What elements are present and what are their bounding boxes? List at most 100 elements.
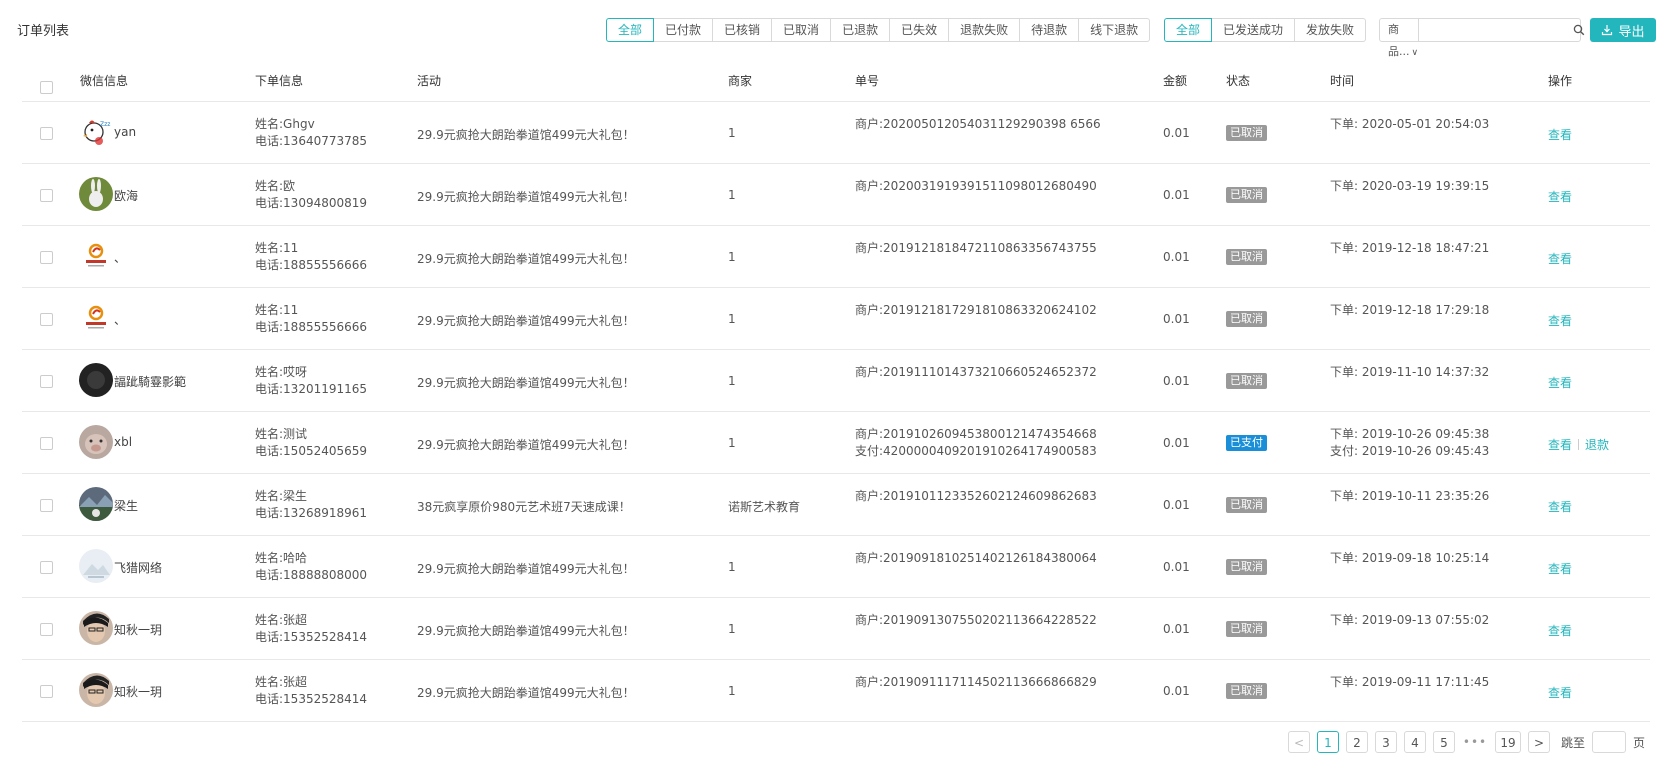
row-actions: 查看: [1548, 312, 1572, 329]
prev-page-button[interactable]: <: [1288, 731, 1310, 753]
order-info: 姓名:欧 电话:13094800819: [255, 178, 367, 212]
status-filters-btn-3[interactable]: 已取消: [772, 18, 832, 42]
view-link[interactable]: 查看: [1548, 188, 1572, 205]
order-amount: 0.01: [1163, 374, 1190, 388]
row-actions: 查看: [1548, 188, 1572, 205]
status-filters-btn-0[interactable]: 全部: [606, 18, 655, 42]
export-button[interactable]: 导出: [1590, 18, 1656, 42]
merchant-name: 1: [728, 312, 736, 326]
status-filters-btn-5[interactable]: 已失效: [890, 18, 950, 42]
row-checkbox[interactable]: [40, 623, 53, 636]
wechat-nickname: 飞猎网络: [114, 561, 163, 575]
status-filters-btn-6[interactable]: 退款失败: [949, 18, 1021, 42]
customer-name: 姓名:哈哈: [255, 551, 308, 565]
wechat-nickname: xbl: [114, 435, 133, 449]
order-time: 下单: 2019-12-18 17:29:18: [1330, 302, 1489, 319]
table-row: 、 姓名:11 电话:18855556666 29.9元疯抢大朗跆拳道馆499元大礼包…: [22, 288, 1650, 350]
table-header: 微信信息 下单信息 活动 商家 单号 金额 状态 时间 操作: [22, 56, 1650, 102]
row-checkbox[interactable]: [40, 189, 53, 202]
customer-name: 姓名:11: [255, 241, 299, 255]
search-icon[interactable]: [1573, 19, 1585, 41]
row-checkbox[interactable]: [40, 561, 53, 574]
order-amount: 0.01: [1163, 250, 1190, 264]
status-filters-btn-4[interactable]: 已退款: [831, 18, 891, 42]
row-checkbox[interactable]: [40, 437, 53, 450]
row-checkbox[interactable]: [40, 313, 53, 326]
row-checkbox[interactable]: [40, 375, 53, 388]
send-filters-btn-0[interactable]: 全部: [1164, 18, 1213, 42]
merchant-name: 1: [728, 188, 736, 202]
page-3-button[interactable]: 3: [1375, 731, 1397, 753]
order-placed-time: 下单: 2019-10-11 23:35:26: [1330, 489, 1490, 503]
row-checkbox[interactable]: [40, 499, 53, 512]
order-time: 下单: 2019-10-11 23:35:26: [1330, 488, 1489, 505]
customer-phone: 电话:13640773785: [255, 134, 368, 148]
page-2-button[interactable]: 2: [1346, 731, 1368, 753]
view-link[interactable]: 查看: [1548, 684, 1572, 701]
table-row: 、 姓名:11 电话:18855556666 29.9元疯抢大朗跆拳道馆499元大礼包…: [22, 226, 1650, 288]
view-link[interactable]: 查看: [1548, 498, 1572, 515]
customer-phone: 电话:15052405659: [255, 444, 368, 458]
search-input[interactable]: [1419, 19, 1574, 41]
merchant-order-no: 商户:2019121817291810863320624102: [855, 303, 1097, 317]
col-wechat-info: 微信信息: [80, 74, 129, 88]
view-link[interactable]: 查看: [1548, 622, 1572, 639]
row-checkbox[interactable]: [40, 685, 53, 698]
status-filters-btn-7[interactable]: 待退款: [1020, 18, 1080, 42]
activity-name: 38元疯享原价980元艺术班7天速成课！: [417, 500, 631, 514]
send-filters-btn-2[interactable]: 发放失败: [1295, 18, 1367, 42]
order-number: 商户:2019121818472110863356743755: [855, 240, 1097, 257]
order-time: 下单: 2019-11-10 14:37:32: [1330, 364, 1489, 381]
avatar: Zzz: [79, 115, 113, 149]
jump-to-page-input[interactable]: [1592, 731, 1627, 753]
customer-name: 姓名:梁生: [255, 489, 308, 503]
status-filters-btn-2[interactable]: 已核销: [713, 18, 773, 42]
avatar: [79, 673, 113, 707]
view-link[interactable]: 查看: [1548, 250, 1572, 267]
order-info: 姓名:张超 电话:15352528414: [255, 612, 367, 646]
view-link[interactable]: 查看: [1548, 126, 1572, 143]
merchant-order-no: 商户:2019091117114502113666866829: [855, 675, 1097, 689]
order-placed-time: 下单: 2019-09-11 17:11:45: [1330, 675, 1490, 689]
status-filters-btn-8[interactable]: 线下退款: [1079, 18, 1151, 42]
view-link[interactable]: 查看: [1548, 560, 1572, 577]
pagination-ellipsis: •••: [1462, 735, 1488, 749]
status-filter-group: 全部 已付款 已核销 已取消 已退款 已失效 退款失败 待退款 线下退款: [606, 18, 1151, 42]
send-filters-btn-1[interactable]: 已发送成功: [1212, 18, 1296, 42]
status-badge: 已取消: [1226, 249, 1267, 265]
page-last-button[interactable]: 19: [1495, 731, 1521, 753]
view-link[interactable]: 查看: [1548, 312, 1572, 329]
row-checkbox[interactable]: [40, 127, 53, 140]
svg-text:Zzz: Zzz: [100, 121, 110, 128]
next-page-button[interactable]: >: [1528, 731, 1550, 753]
export-label: 导出: [1618, 24, 1645, 40]
row-checkbox[interactable]: [40, 251, 53, 264]
row-actions: 查看 退款: [1548, 436, 1609, 453]
order-time: 下单: 2019-09-13 07:55:02: [1330, 612, 1489, 629]
order-number: 商户:2019101123352602124609862683: [855, 488, 1097, 505]
refund-link[interactable]: 退款: [1585, 436, 1609, 453]
page-1-button[interactable]: 1: [1317, 731, 1339, 753]
select-all-checkbox[interactable]: [40, 81, 53, 94]
view-link[interactable]: 查看: [1548, 436, 1572, 453]
merchant-order-no: 商户:2019101123352602124609862683: [855, 489, 1097, 503]
merchant-order-no: 商户:2020031919391511098012680490: [855, 179, 1097, 193]
page-unit-label: 页: [1633, 735, 1646, 750]
avatar: [79, 301, 113, 335]
activity-name: 29.9元疯抢大朗跆拳道馆499元大礼包！: [417, 314, 635, 328]
view-link[interactable]: 查看: [1548, 374, 1572, 391]
search-type-select[interactable]: 商品... ∨: [1380, 19, 1420, 58]
page-4-button[interactable]: 4: [1404, 731, 1426, 753]
order-info: 姓名:Ghgv 电话:13640773785: [255, 116, 367, 150]
page-5-button[interactable]: 5: [1433, 731, 1455, 753]
payment-order-no: 支付:4200000409201910264174900583: [855, 444, 1097, 458]
action-divider: [1578, 439, 1580, 450]
status-badge: 已取消: [1226, 125, 1267, 141]
order-amount: 0.01: [1163, 188, 1190, 202]
wechat-nickname: yan: [114, 125, 137, 139]
merchant-name: 1: [728, 374, 736, 388]
wechat-nickname: 欧海: [114, 189, 139, 203]
customer-phone: 电话:13201191165: [255, 382, 368, 396]
order-time: 下单: 2019-09-18 10:25:14: [1330, 550, 1489, 567]
status-filters-btn-1[interactable]: 已付款: [654, 18, 714, 42]
